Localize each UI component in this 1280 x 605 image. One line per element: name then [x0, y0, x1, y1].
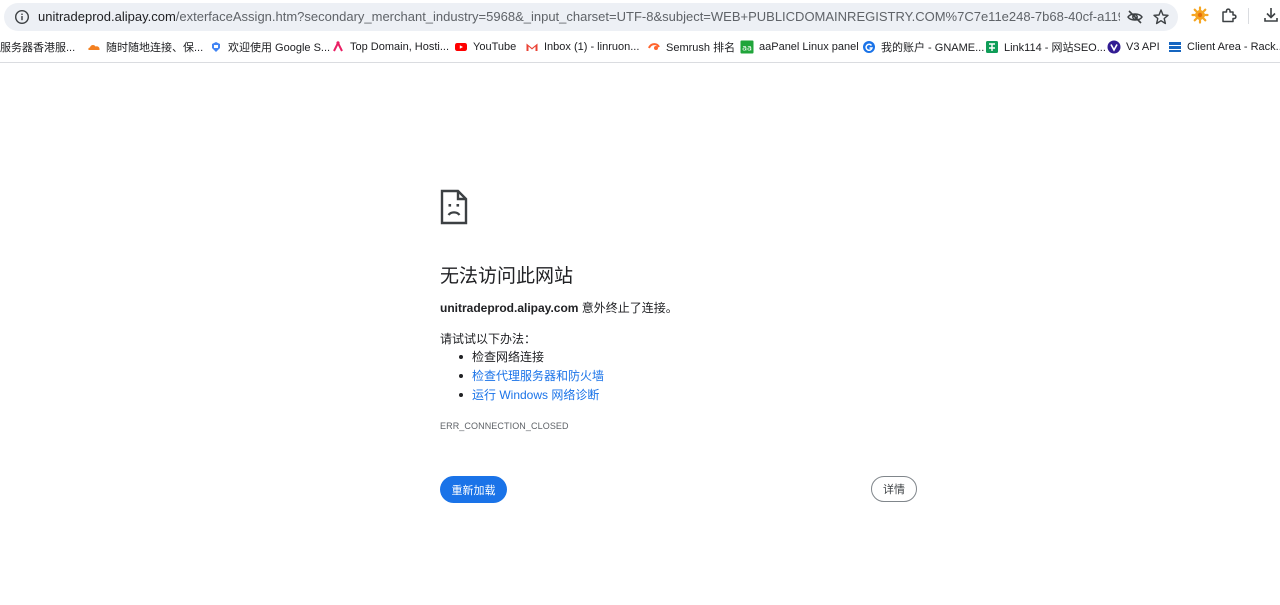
error-code: ERR_CONNECTION_CLOSED: [440, 421, 569, 431]
youtube-icon: [455, 43, 467, 51]
error-description: 意外终止了连接。: [578, 301, 678, 315]
bookmark-item[interactable]: 欢迎使用 Google S...: [209, 39, 330, 55]
browser-toolbar: unitradeprod.alipay.com/exterfaceAssign.…: [0, 0, 1280, 33]
bookmark-item[interactable]: 服务器香港服...: [0, 39, 75, 55]
v3-api-icon: [1107, 40, 1121, 54]
details-button[interactable]: 详情: [871, 476, 917, 502]
bookmark-label: Semrush 排名: [666, 42, 736, 54]
bookmarks-bar: 服务器香港服... 随时随地连接、保... 欢迎使用 Google S... T…: [0, 33, 1280, 63]
reload-button[interactable]: 重新加载: [440, 476, 507, 503]
bookmark-label: V3 API: [1126, 41, 1160, 53]
error-message: unitradeprod.alipay.com 意外终止了连接。: [440, 299, 678, 316]
error-host: unitradeprod.alipay.com: [440, 301, 579, 315]
bookmark-item[interactable]: Link114 - 网站SEO...: [985, 39, 1106, 55]
extensions-puzzle-icon[interactable]: [1220, 6, 1238, 24]
bookmark-item[interactable]: Inbox (1) - linruon...: [525, 39, 639, 55]
download-icon[interactable]: [1262, 6, 1280, 24]
bookmark-star-icon[interactable]: [1152, 8, 1170, 26]
eye-off-icon[interactable]: [1126, 8, 1144, 26]
bookmark-item[interactable]: Top Domain, Hosti...: [331, 39, 449, 55]
address-bar[interactable]: unitradeprod.alipay.com/exterfaceAssign.…: [4, 3, 1178, 31]
semrush-icon: [648, 43, 660, 50]
bookmark-item[interactable]: 随时随地连接、保...: [87, 39, 203, 55]
suggestion-check-proxy-firewall-link[interactable]: 检查代理服务器和防火墙: [440, 368, 604, 387]
bookmark-item[interactable]: 我的账户 - GNAME...: [862, 39, 984, 55]
client-area-icon: [1169, 42, 1181, 52]
suggestion-check-network: 检查网络连接: [440, 349, 604, 368]
site-info-icon[interactable]: [14, 9, 30, 25]
bookmark-label: 随时随地连接、保...: [106, 42, 204, 54]
suggestion-windows-diagnostics-link[interactable]: 运行 Windows 网络诊断: [440, 387, 604, 406]
bookmark-label: Inbox (1) - linruon...: [544, 41, 640, 53]
bookmark-item[interactable]: YouTube: [454, 39, 516, 55]
page-title: 无法访问此网站: [440, 266, 574, 287]
bookmark-item[interactable]: aa aaPanel Linux panel: [740, 39, 859, 55]
bookmark-item[interactable]: Client Area - Rack...: [1168, 39, 1280, 55]
bookmark-label: 服务器香港服...: [0, 42, 76, 54]
sad-document-icon: [440, 189, 468, 225]
bookmark-label: Top Domain, Hosti...: [350, 41, 450, 53]
gname-icon: [863, 41, 875, 53]
gmail-icon: [526, 43, 538, 51]
bookmark-item[interactable]: V3 API: [1107, 39, 1160, 55]
link114-icon: [986, 41, 998, 53]
bookmark-label: YouTube: [473, 41, 517, 53]
cloudflare-icon: [88, 45, 100, 50]
svg-text:aa: aa: [742, 44, 752, 53]
url-host: unitradeprod.alipay.com: [38, 9, 176, 24]
bookmark-item[interactable]: Semrush 排名: [647, 39, 735, 55]
bookmark-label: 欢迎使用 Google S...: [228, 42, 331, 54]
bookmark-label: Link114 - 网站SEO...: [1004, 42, 1106, 54]
bookmark-label: 我的账户 - GNAME...: [881, 42, 985, 54]
extension-gear-icon[interactable]: [1191, 6, 1209, 24]
google-search-console-icon: [212, 42, 220, 52]
url-path: /exterfaceAssign.htm?secondary_merchant_…: [175, 9, 1120, 24]
suggestions-title: 请试试以下办法：: [440, 332, 537, 346]
suggestions-list: 检查网络连接 检查代理服务器和防火墙 运行 Windows 网络诊断: [440, 349, 604, 406]
aapanel-icon: aa: [740, 40, 754, 54]
bookmark-label: aaPanel Linux panel: [759, 41, 859, 53]
toolbar-divider: [1248, 8, 1249, 24]
domain-icon: [333, 40, 343, 52]
url-text[interactable]: unitradeprod.alipay.com/exterfaceAssign.…: [38, 9, 1120, 25]
bookmark-label: Client Area - Rack...: [1187, 41, 1280, 53]
